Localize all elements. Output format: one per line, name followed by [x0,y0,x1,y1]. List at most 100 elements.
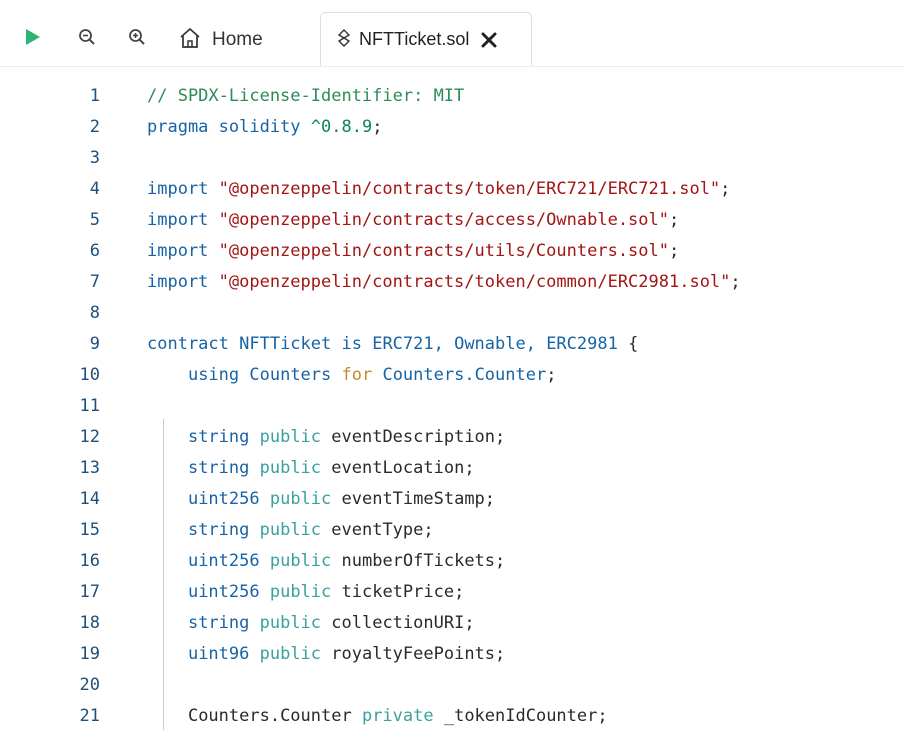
code-token: _tokenIdCounter; [443,706,608,726]
code-token: uint96 [187,644,260,664]
code-token: import [147,210,219,230]
tab-active-label: NFTTicket.sol [359,29,470,49]
line-number: 4 [89,179,100,199]
line-number: 1 [89,86,100,106]
line-number: 5 [89,210,100,230]
code-line[interactable]: 1 // SPDX-License-Identifier: MIT [0,81,904,112]
code-token: public [269,582,342,602]
code-line[interactable]: 7 import "@openzeppelin/contracts/token/c… [0,267,904,298]
code-line[interactable]: 19 uint96 public royaltyFeePoints; [0,639,904,670]
code-line[interactable]: 3 [0,143,904,174]
code-token: "@openzeppelin/contracts/access/Ownable.… [218,210,669,230]
code-token: import [147,179,219,199]
line-number: 6 [89,241,100,261]
code-token: for [341,365,383,385]
code-line[interactable]: 8 [0,298,904,329]
code-token: using [187,365,250,385]
line-number: 10 [79,365,100,385]
code-line[interactable]: 14 uint256 public eventTimeStamp; [0,484,904,515]
code-line[interactable]: 18 string public collectionURI; [0,608,904,639]
code-token: uint256 [187,489,270,509]
code-token: ERC721, Ownable, ERC2981 [372,334,629,354]
line-number: 15 [79,520,100,540]
code-token: // SPDX-License-Identifier: MIT [147,86,465,106]
code-text: import "@openzeppelin/contracts/access/O… [147,205,679,236]
code-line[interactable]: 9 contract NFTTicket is ERC721, Ownable, … [0,329,904,360]
code-token: "@openzeppelin/contracts/utils/Counters.… [218,241,669,261]
code-token: ; [720,179,731,199]
line-number: 3 [89,148,100,168]
code-token: numberOfTickets; [341,551,506,571]
code-token: public [269,551,342,571]
code-line[interactable]: 13 string public eventLocation; [0,453,904,484]
code-line[interactable]: 12 string public eventDescription; [0,422,904,453]
code-line[interactable]: 11 [0,391,904,422]
run-play-icon[interactable] [22,26,44,48]
close-icon[interactable] [481,32,497,48]
code-line[interactable]: 2 pragma solidity ^0.8.9; [0,112,904,143]
line-number: 21 [79,706,100,726]
line-number: 19 [79,644,100,664]
zoom-in-icon[interactable] [126,26,148,48]
tab-home-label: Home [212,29,263,50]
code-token: ; [546,365,557,385]
code-token: Counters.Counter [382,365,547,385]
editor-toolbar: Home NFTTicket.sol [0,0,904,66]
code-token: import [147,241,219,261]
code-token: "@openzeppelin/contracts/token/common/ER… [218,272,731,292]
code-token: "@openzeppelin/contracts/token/ERC721/ER… [218,179,721,199]
code-token: string [187,520,260,540]
line-number: 18 [79,613,100,633]
code-token: contract [147,334,240,354]
code-token: uint256 [187,582,270,602]
tab-nftticket-sol[interactable]: NFTTicket.sol [320,12,532,66]
code-token: public [259,458,332,478]
code-text: uint96 public royaltyFeePoints; [147,639,505,670]
code-text: string public eventLocation; [147,453,475,484]
code-line[interactable]: 21 Counters.Counter private _tokenIdCoun… [0,701,904,732]
code-line[interactable]: 10 using Counters for Counters.Counter; [0,360,904,391]
code-token: public [259,520,332,540]
code-token: string [187,458,260,478]
code-token: { [628,334,639,354]
code-token: private [361,706,444,726]
code-editor[interactable]: 1 // SPDX-License-Identifier: MIT 2 pragma … [0,66,904,730]
code-line[interactable]: 15 string public eventType; [0,515,904,546]
code-token: string [187,427,260,447]
line-number: 20 [79,675,100,695]
code-line[interactable]: 16 uint256 public numberOfTickets; [0,546,904,577]
zoom-out-icon[interactable] [76,26,98,48]
line-number: 12 [79,427,100,447]
line-number: 13 [79,458,100,478]
code-token: public [259,613,332,633]
code-token: public [259,644,332,664]
code-text: import "@openzeppelin/contracts/utils/Co… [147,236,679,267]
code-text: string public eventDescription; [147,422,505,453]
code-line[interactable]: 6 import "@openzeppelin/contracts/utils/C… [0,236,904,267]
line-number: 17 [79,582,100,602]
code-token: pragma solidity [147,117,311,137]
code-text: Counters.Counter private _tokenIdCounter… [147,701,608,732]
code-token: ; [669,210,680,230]
code-token: Counters.Counter [187,706,362,726]
code-line[interactable]: 4 import "@openzeppelin/contracts/token/E… [0,174,904,205]
code-text: pragma solidity ^0.8.9; [147,112,382,143]
code-line[interactable]: 17 uint256 public ticketPrice; [0,577,904,608]
solidity-file-icon [337,28,351,51]
code-text: contract NFTTicket is ERC721, Ownable, E… [147,329,638,360]
code-line[interactable]: 5 import "@openzeppelin/contracts/access/… [0,205,904,236]
code-token: ; [372,117,383,137]
line-number: 7 [89,272,100,292]
code-text: // SPDX-License-Identifier: MIT [147,81,464,112]
code-line[interactable]: 20 [0,670,904,701]
code-token: uint256 [187,551,270,571]
tab-home[interactable]: Home [178,24,263,56]
line-number: 16 [79,551,100,571]
